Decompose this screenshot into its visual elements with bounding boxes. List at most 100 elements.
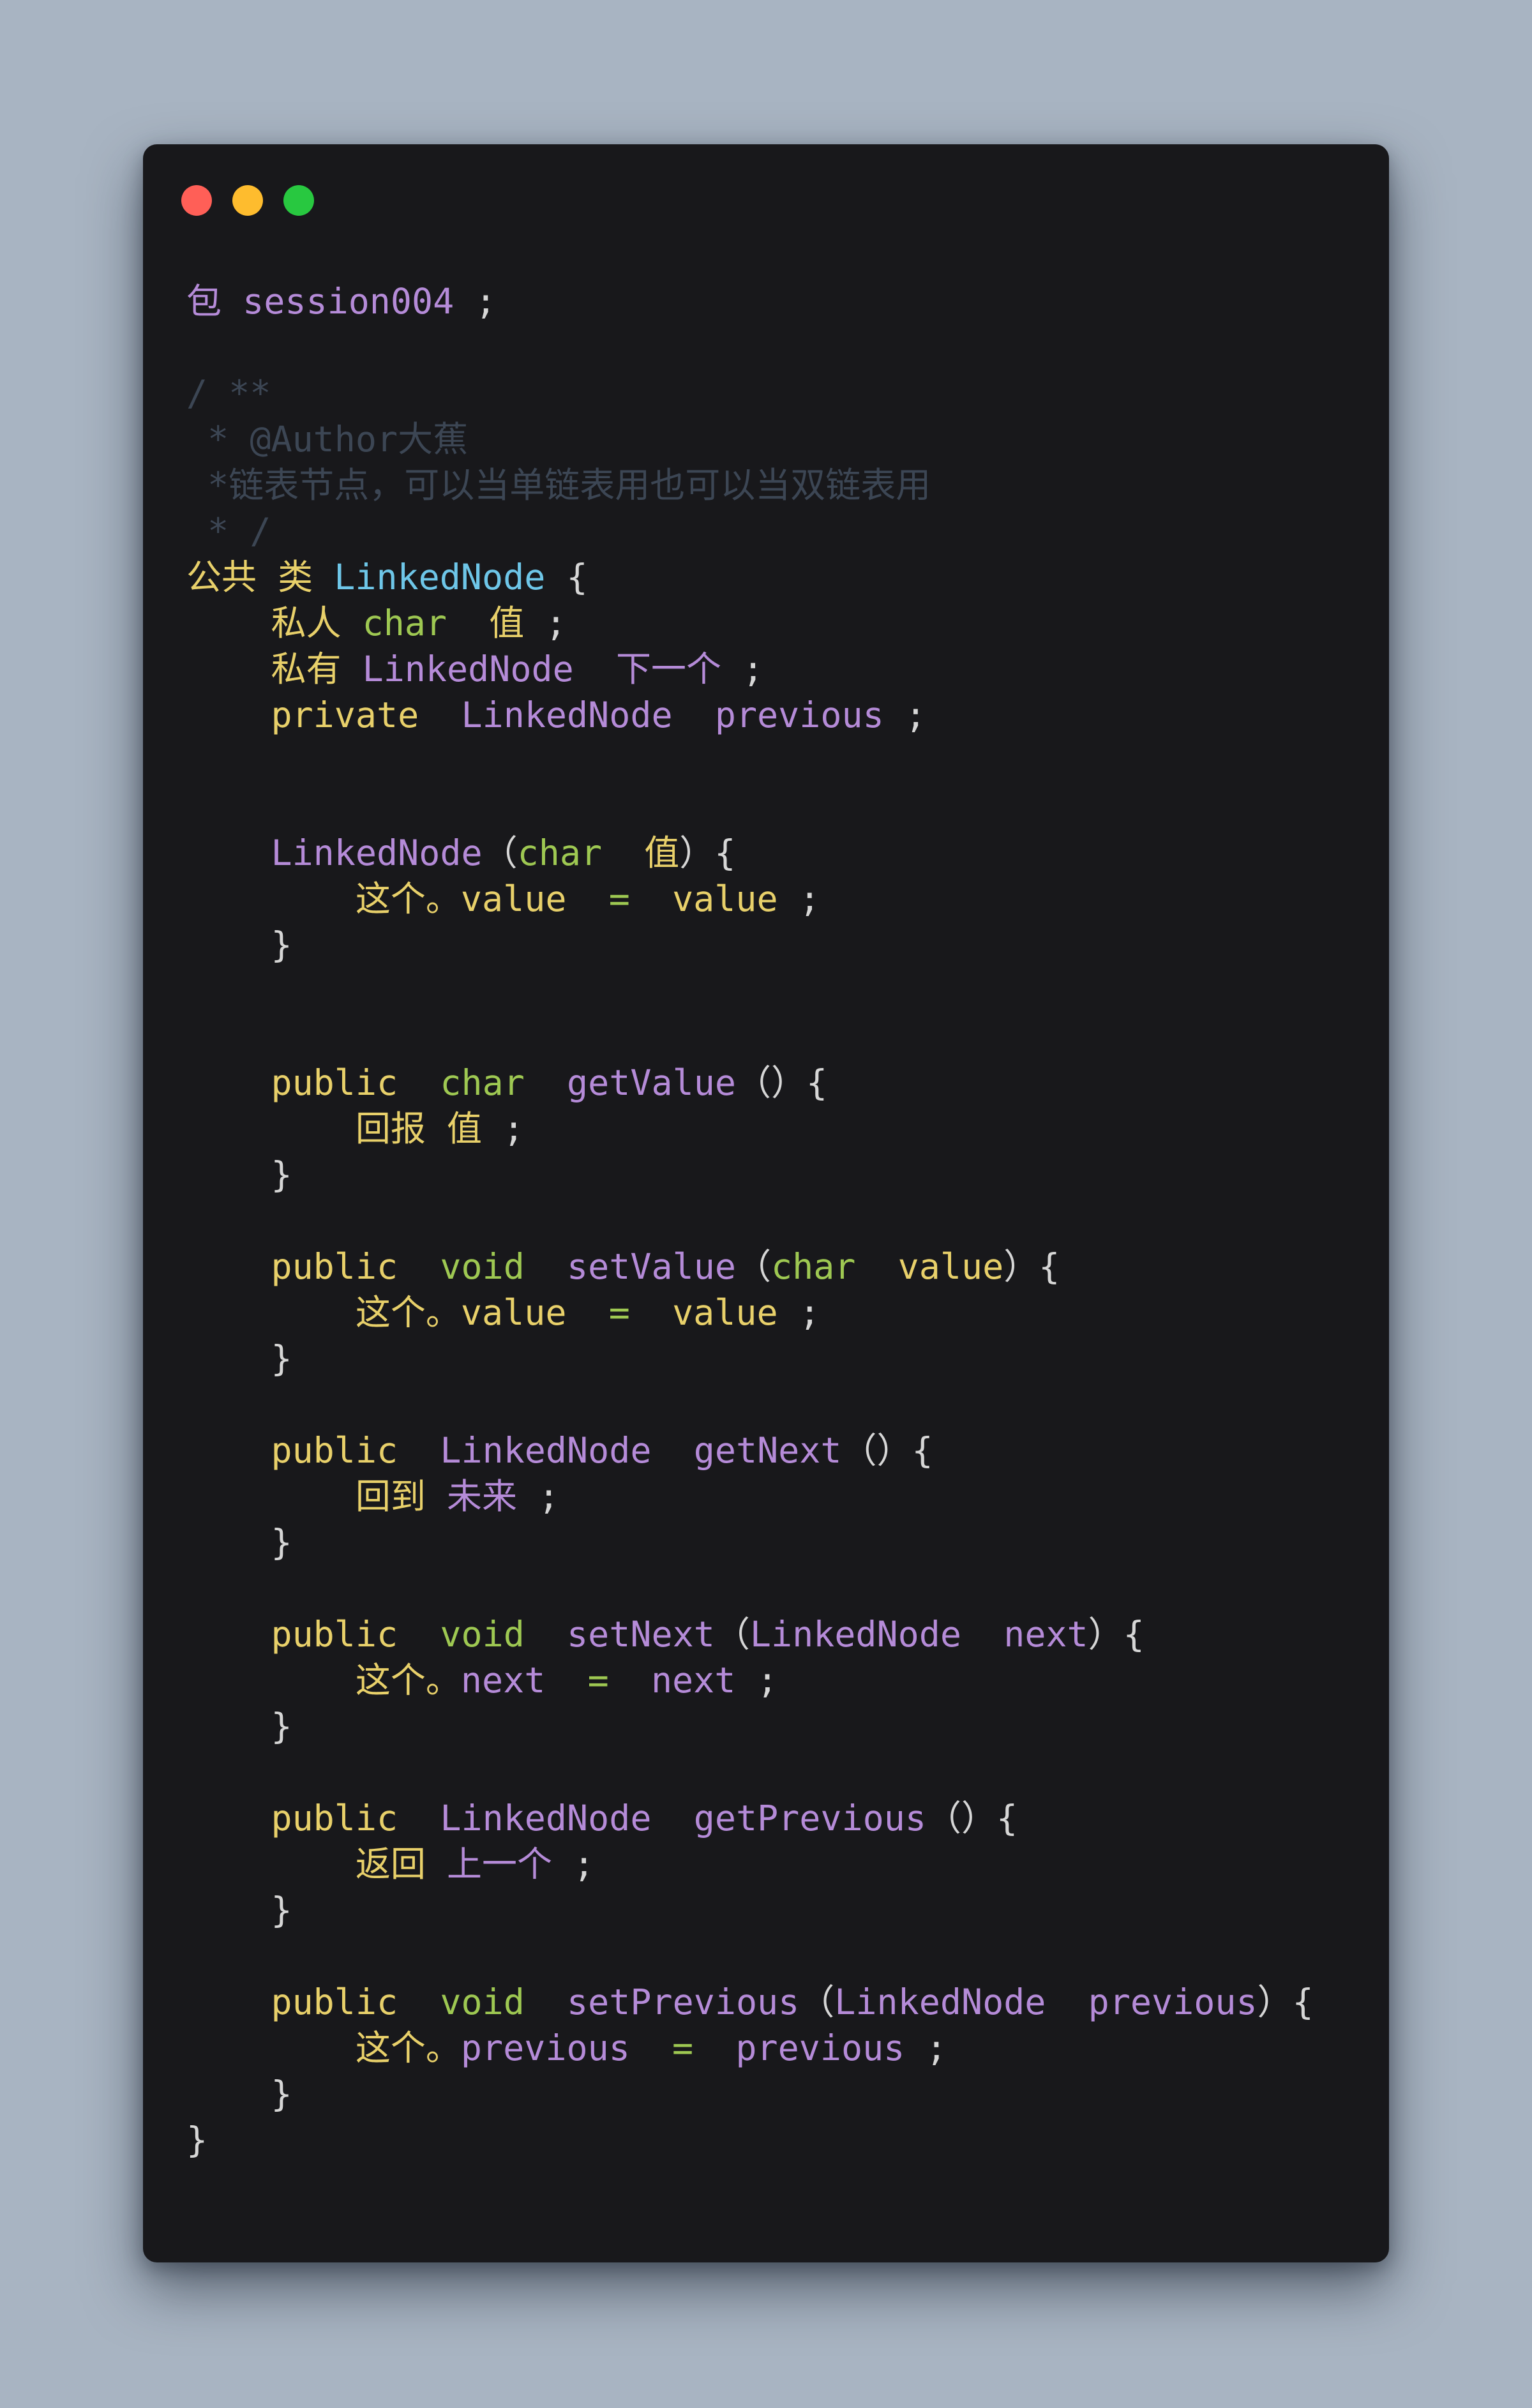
code-token: （: [714, 1614, 750, 1655]
code-token: =: [566, 1292, 673, 1333]
code-token: LinkedNode: [834, 1982, 1046, 2022]
code-token: 回报 值: [186, 1108, 483, 1149]
code-token: =: [566, 878, 673, 919]
code-token: next: [460, 1660, 546, 1701]
code-token: 私人: [186, 603, 363, 643]
code-token: LinkedNode: [186, 832, 483, 873]
window-controls: [181, 185, 314, 216]
code-line: }: [186, 1519, 1374, 1565]
code-token: previous: [672, 695, 884, 735]
code-token: 上一个: [447, 1844, 553, 1885]
code-token: （: [799, 1982, 835, 2022]
code-token: }: [186, 2119, 208, 2160]
code-token: ）{: [1257, 1982, 1314, 2022]
code-token: getNext: [651, 1430, 842, 1471]
code-token: }: [186, 924, 292, 965]
code-token: ;: [905, 2028, 947, 2068]
close-dot[interactable]: [181, 185, 212, 216]
code-token: public: [186, 1798, 440, 1839]
code-line: private LinkedNode previous ;: [186, 692, 1374, 738]
code-token: ;: [735, 1660, 778, 1701]
code-token: LinkedNode: [440, 1798, 652, 1839]
code-token: next: [650, 1660, 736, 1701]
code-token: setNext: [524, 1614, 715, 1655]
code-token: public: [186, 1062, 440, 1103]
code-token: 值: [602, 832, 680, 873]
code-line: }: [186, 1703, 1374, 1749]
code-token: session004: [243, 281, 454, 322]
code-token: ;: [552, 1844, 595, 1885]
code-token: ;: [883, 695, 926, 735]
minimize-dot[interactable]: [232, 185, 263, 216]
code-token: char: [517, 832, 603, 873]
code-token: =: [545, 1660, 651, 1701]
code-line: 这个。next = next ;: [186, 1657, 1374, 1703]
code-token: char: [440, 1062, 525, 1103]
code-line: * /: [186, 508, 1374, 554]
code-token: setValue: [524, 1246, 736, 1287]
code-token: public: [186, 1614, 440, 1655]
code-line: public LinkedNode getNext（）{: [186, 1427, 1374, 1473]
code-token: 私有: [186, 649, 363, 689]
code-token: void: [440, 1614, 525, 1655]
code-line: / **: [186, 370, 1374, 416]
code-line: 这个。value = value ;: [186, 1290, 1374, 1336]
code-token: }: [186, 1154, 292, 1195]
code-line: }: [186, 2117, 1374, 2163]
code-line: 这个。previous = previous ;: [186, 2025, 1374, 2071]
code-token: }: [186, 1890, 292, 1930]
code-line: LinkedNode（char 值）{: [186, 830, 1374, 876]
code-line: public void setPrevious（LinkedNode previ…: [186, 1979, 1374, 2025]
code-block: 包 session004 ; / ** * @Author大蕉 *链表节点，可以当…: [186, 278, 1374, 2163]
code-token: （）{: [735, 1062, 828, 1103]
code-token: char: [362, 603, 447, 643]
code-token: * /: [186, 511, 271, 552]
code-token: ）{: [1088, 1614, 1145, 1655]
code-token: / **: [186, 373, 271, 414]
code-token: （）{: [841, 1430, 933, 1471]
code-token: ）{: [679, 832, 736, 873]
code-token: previous: [735, 2028, 905, 2068]
code-line: 包 session004 ;: [186, 278, 1374, 324]
code-token: value: [460, 1292, 567, 1333]
code-token: public: [186, 1430, 440, 1471]
code-line: 回到 未来 ;: [186, 1473, 1374, 1519]
code-line: public char getValue（）{: [186, 1060, 1374, 1106]
code-line: }: [186, 2071, 1374, 2117]
code-line: 私有 LinkedNode 下一个 ;: [186, 646, 1374, 692]
code-token: （）{: [926, 1798, 1018, 1839]
code-token: char: [770, 1246, 856, 1287]
code-token: ;: [777, 1292, 820, 1333]
code-token: ）{: [1003, 1246, 1060, 1287]
code-line: }: [186, 1887, 1374, 1933]
code-token: ;: [482, 1108, 525, 1149]
code-token: =: [629, 2028, 736, 2068]
code-token: 未来: [447, 1476, 518, 1517]
code-line: * @Author大蕉: [186, 416, 1374, 462]
code-token: LinkedNode: [440, 1430, 652, 1471]
code-line: public void setValue（char value）{: [186, 1244, 1374, 1290]
code-token: LinkedNode: [749, 1614, 961, 1655]
code-line: }: [186, 1152, 1374, 1198]
maximize-dot[interactable]: [283, 185, 314, 216]
code-token: next: [961, 1614, 1088, 1655]
code-token: 这个。: [186, 2028, 461, 2068]
code-token: LinkedNode: [362, 649, 574, 689]
code-token: 回到: [186, 1476, 447, 1517]
code-token: LinkedNode: [461, 695, 673, 735]
code-token: value: [672, 1292, 778, 1333]
code-token: * @Author大蕉: [186, 419, 469, 460]
code-token: （: [735, 1246, 771, 1287]
code-token: 这个。: [186, 1660, 461, 1701]
code-token: 值: [447, 603, 525, 643]
code-line: }: [186, 1336, 1374, 1381]
code-token: ;: [517, 1476, 560, 1517]
code-token: 返回: [186, 1844, 447, 1885]
code-line: 公共 类 LinkedNode {: [186, 554, 1374, 600]
code-line: 这个。value = value ;: [186, 876, 1374, 922]
code-token: }: [186, 2073, 292, 2114]
